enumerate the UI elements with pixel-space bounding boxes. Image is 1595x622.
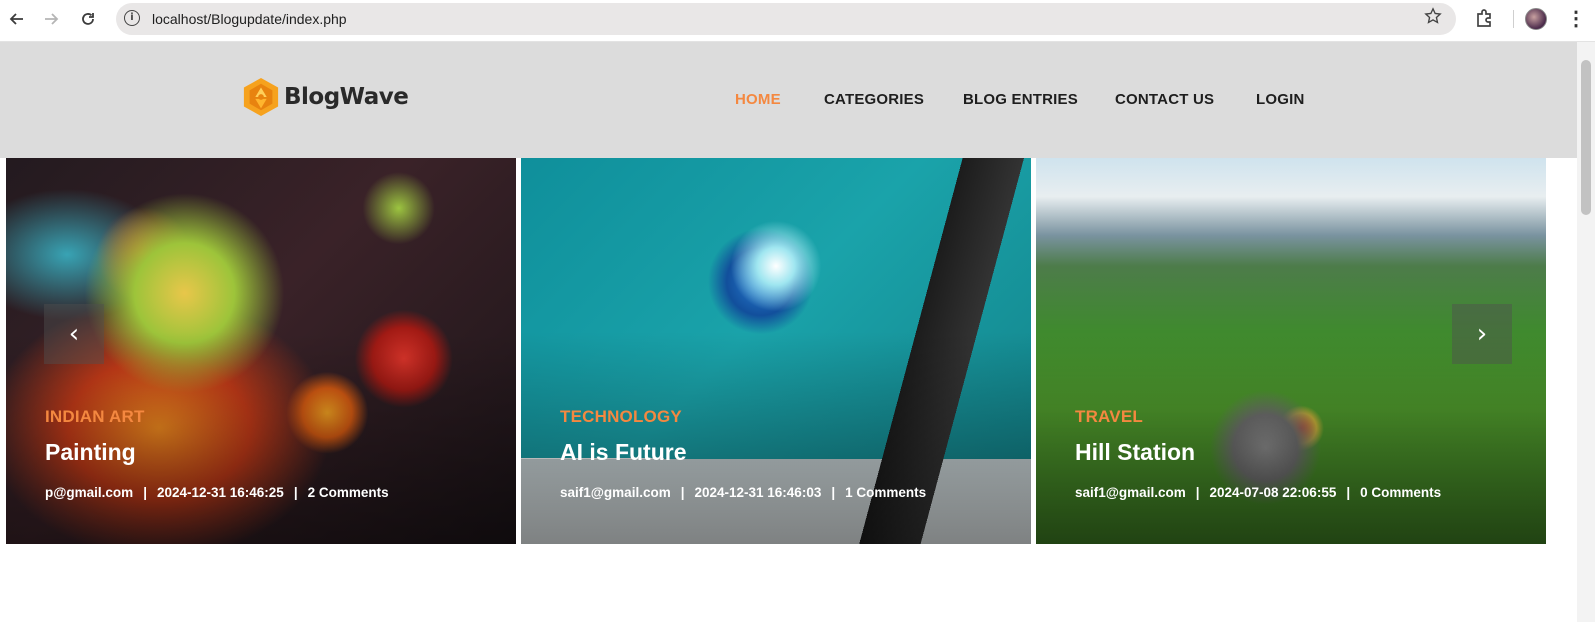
- browser-menu-icon[interactable]: ⋮: [1566, 5, 1586, 33]
- slide-meta: saif1@gmail.com | 2024-07-08 22:06:55 | 0 Co…: [1075, 485, 1441, 500]
- slide-meta: saif1@gmail.com | 2024-12-31 16:46:03 | 1 Co…: [560, 485, 926, 500]
- slide-author: saif1@gmail.com: [1075, 485, 1186, 500]
- slide-date: 2024-12-31 16:46:03: [694, 485, 822, 500]
- browser-toolbar: i localhost/Blogupdate/index.php ⋮: [0, 0, 1595, 42]
- slide-date: 2024-12-31 16:46:25: [156, 485, 284, 500]
- reload-icon[interactable]: [75, 6, 101, 32]
- profile-avatar[interactable]: [1525, 8, 1547, 30]
- slide-category[interactable]: TECHNOLOGY: [560, 407, 682, 427]
- nav-home[interactable]: HOME: [735, 91, 781, 108]
- slide-title[interactable]: AI is Future: [560, 439, 687, 466]
- site-info-icon[interactable]: i: [124, 10, 140, 26]
- meta-divider: |: [831, 485, 836, 500]
- toolbar-divider: [1513, 10, 1514, 28]
- meta-divider: |: [1346, 485, 1351, 500]
- meta-divider: |: [143, 485, 147, 500]
- logo-mark-icon: [243, 78, 279, 116]
- meta-divider: |: [680, 485, 685, 500]
- slide-category[interactable]: TRAVEL: [1075, 407, 1143, 427]
- slide-title[interactable]: Painting: [45, 439, 136, 466]
- nav-login[interactable]: LOGIN: [1256, 91, 1305, 108]
- slide-meta: p@gmail.com | 2024-12-31 16:46:25 | 2 Commen…: [45, 485, 389, 500]
- slider-prev-button[interactable]: ‹: [44, 304, 104, 364]
- slide-title[interactable]: Hill Station: [1075, 439, 1195, 466]
- nav-contact-us[interactable]: CONTACT US: [1115, 91, 1214, 108]
- brand-name: BlogWave: [284, 84, 409, 110]
- slide-author: saif1@gmail.com: [560, 485, 671, 500]
- scrollbar-thumb[interactable]: [1581, 60, 1591, 215]
- site-header: BlogWave HOME CATEGORIES BLOG ENTRIES CO…: [0, 42, 1577, 158]
- slide-comments[interactable]: 2 Comments: [308, 485, 389, 500]
- meta-divider: |: [1195, 485, 1200, 500]
- bookmark-star-icon[interactable]: [1424, 7, 1442, 31]
- slide-author: p@gmail.com: [45, 485, 134, 500]
- forward-arrow-icon[interactable]: [38, 6, 64, 32]
- address-bar[interactable]: i localhost/Blogupdate/index.php: [116, 3, 1456, 35]
- slide-comments[interactable]: 1 Comments: [845, 485, 926, 500]
- back-arrow-icon[interactable]: [4, 6, 30, 32]
- meta-divider: |: [293, 485, 298, 500]
- featured-slider: INDIAN ART Painting p@gmail.com | 2024-12-…: [0, 158, 1577, 544]
- nav-blog-entries[interactable]: BLOG ENTRIES: [963, 91, 1078, 108]
- site-logo[interactable]: BlogWave: [242, 76, 409, 118]
- slide-comments[interactable]: 0 Comments: [1360, 485, 1441, 500]
- extensions-icon[interactable]: [1473, 8, 1495, 30]
- slide-card[interactable]: TECHNOLOGY AI is Future saif1@gmail.com |…: [521, 158, 1031, 544]
- url-text[interactable]: localhost/Blogupdate/index.php: [152, 11, 347, 27]
- page-viewport: BlogWave HOME CATEGORIES BLOG ENTRIES CO…: [0, 42, 1577, 622]
- slide-category[interactable]: INDIAN ART: [45, 407, 145, 427]
- slider-next-button[interactable]: ›: [1452, 304, 1512, 364]
- slide-date: 2024-07-08 22:06:55: [1209, 485, 1337, 500]
- page-scrollbar[interactable]: [1577, 42, 1595, 622]
- nav-categories[interactable]: CATEGORIES: [824, 91, 924, 108]
